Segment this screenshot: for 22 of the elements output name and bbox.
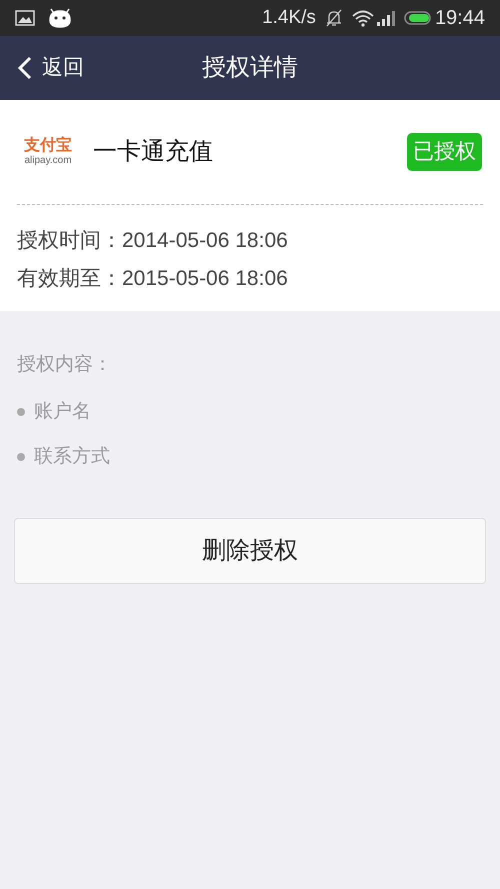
section-heading: 授权内容： (17, 353, 113, 377)
app-name: 一卡通充值 (93, 137, 213, 167)
bell-off-icon (326, 9, 342, 27)
authorized-badge: 已授权 (407, 133, 482, 171)
permission-item: 账户名 (34, 400, 91, 424)
detail-line: 有效期至：2015-05-06 18:06 (17, 266, 289, 292)
delete-authorization-button[interactable]: 删除授权 (14, 518, 486, 584)
permission-item: 联系方式 (34, 445, 110, 469)
page-title: 授权详情 (202, 53, 298, 83)
detail-line: 授权时间：2014-05-06 18:06 (17, 228, 289, 254)
wifi-icon (352, 10, 374, 26)
back-icon (18, 56, 32, 80)
alipay-logo: 支付宝 alipay.com (23, 138, 73, 166)
signal-icon (376, 10, 396, 26)
clock-time: 19:44 (434, 6, 485, 31)
back-button[interactable]: 返回 (18, 52, 84, 84)
battery-icon (404, 11, 432, 25)
android-icon (47, 8, 73, 28)
image-icon (15, 10, 35, 26)
bullet-icon (17, 453, 25, 462)
bullet-icon (17, 408, 25, 416)
network-speed: 1.4K/s (262, 6, 316, 30)
